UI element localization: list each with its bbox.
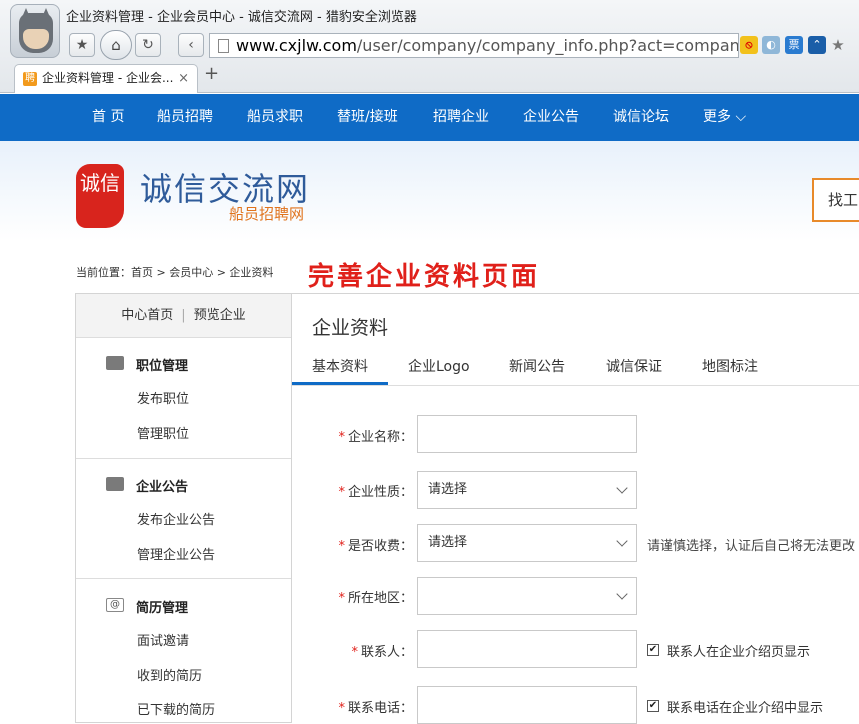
logo-seal[interactable]: 诚信 [76,164,124,228]
section-title-jobs: 职位管理 [106,355,188,374]
company-name-input[interactable] [417,415,637,453]
breadcrumb: 当前位置：首页 > 会员中心 > 企业资料 [76,266,274,279]
phone-label: * 联系电话： [338,701,413,716]
translate-icon[interactable]: ◐ [762,36,780,54]
sidebar-item-manage-jobs[interactable]: 管理职位 [137,423,189,442]
address-path: /user/company/company_info.php?act=compa… [356,36,739,55]
folder-icon [106,356,124,370]
phone-display-label: 联系电话在企业介绍中显示 [667,701,824,716]
reload-icon[interactable]: ↻ [135,33,161,57]
browser-tab[interactable]: 聘 企业资料管理 - 企业会... × [14,64,198,93]
tab-favicon-icon: 聘 [23,72,37,86]
browser-avatar-icon[interactable] [10,4,60,58]
sidebar-item-downloaded-resumes[interactable]: 已下载的简历 [137,699,215,718]
folder-icon [106,477,124,491]
divider [76,458,291,459]
tab-title: 企业资料管理 - 企业会... [42,71,174,85]
company-nature-label: * 企业性质： [338,485,413,500]
search-box[interactable]: 找工 [812,178,859,222]
section-title-resumes: @ 简历管理 [106,597,188,616]
tab-integrity[interactable]: 诚信保证 [606,356,662,376]
at-icon: @ [106,598,124,612]
sidebar-item-interview-invites[interactable]: 面试邀请 [137,630,189,649]
nav-notices[interactable]: 企业公告 [523,94,579,141]
phone-display-checkbox[interactable]: ✔ [647,700,659,712]
divider [292,385,859,386]
logo-subtitle: 船员招聘网 [229,205,305,223]
sidebar-top-links: 中心首页 | 预览企业 [76,293,291,338]
block-ads-icon[interactable]: ⦸ [740,36,758,54]
extension-icon[interactable]: ⌃ [808,36,826,54]
chevron-down-icon [616,535,628,547]
sidebar-item-manage-notices[interactable]: 管理企业公告 [137,544,215,563]
page-title: 企业资料 [312,317,389,339]
chevron-down-icon [616,482,628,494]
address-bar[interactable]: www.cxjlw.com/user/company/company_info.… [209,33,739,58]
company-nature-select[interactable]: 请选择 [417,471,637,509]
browser-chrome: 企业资料管理 - 企业会员中心 - 诚信交流网 - 猎豹安全浏览器 ★ ⌂ ↻ … [0,0,859,93]
sidebar-item-post-notice[interactable]: 发布企业公告 [137,509,215,528]
active-tab-indicator [292,382,388,385]
address-domain: www.cxjlw.com [236,36,357,55]
contact-display-checkbox[interactable]: ✔ [647,644,659,656]
phone-input[interactable] [417,686,637,724]
nav-home[interactable]: 首 页 [92,94,124,141]
region-label: * 所在地区： [338,591,413,606]
contact-label: * 联系人： [351,645,413,660]
home-icon[interactable]: ⌂ [100,30,132,60]
section-title-notices: 企业公告 [106,476,188,495]
region-select[interactable] [417,577,637,615]
charge-hint: 请谨慎选择，认证后自己将无法更改 [647,539,856,554]
bookmark-star-icon[interactable]: ★ [69,33,95,57]
nav-companies[interactable]: 招聘企业 [433,94,489,141]
new-tab-icon[interactable]: + [204,63,219,84]
sidebar: 中心首页 | 预览企业 职位管理 发布职位 管理职位 企业公告 发布企业公告 管理企… [75,293,292,723]
nav-crew-jobseek[interactable]: 船员求职 [247,94,303,141]
divider [76,578,291,579]
sidebar-item-received-resumes[interactable]: 收到的简历 [137,665,202,684]
nav-relief[interactable]: 替班/接班 [337,94,398,141]
nav-forum[interactable]: 诚信论坛 [613,94,669,141]
page-annotation: 完善企业资料页面 [308,262,541,292]
divider [292,293,859,294]
company-name-label: * 企业名称： [338,430,413,445]
contact-input[interactable] [417,630,637,668]
sidebar-center-home[interactable]: 中心首页 [121,308,173,323]
site-header [0,141,859,241]
tab-company-logo[interactable]: 企业Logo [408,356,470,376]
charge-select[interactable]: 请选择 [417,524,637,562]
favorites-icon[interactable]: ★ [829,36,847,54]
nav-crew-recruit[interactable]: 船员招聘 [157,94,213,141]
tab-news[interactable]: 新闻公告 [509,356,565,376]
site-nav: 首 页 船员招聘 船员求职 替班/接班 招聘企业 企业公告 诚信论坛 更多 ⌵ [0,94,859,141]
tab-map[interactable]: 地图标注 [702,356,758,376]
nav-more[interactable]: 更多 ⌵ [703,94,746,141]
sidebar-preview-company[interactable]: 预览企业 [194,308,246,323]
page-icon [218,39,229,53]
charge-label: * 是否收费： [338,539,413,554]
contact-display-label: 联系人在企业介绍页显示 [667,645,811,660]
back-icon[interactable]: ‹ [178,33,204,57]
sidebar-item-post-job[interactable]: 发布职位 [137,388,189,407]
window-title: 企业资料管理 - 企业会员中心 - 诚信交流网 - 猎豹安全浏览器 [66,10,417,25]
close-tab-icon[interactable]: × [178,65,189,92]
ticket-icon[interactable]: 票 [785,36,803,54]
tab-basic-info[interactable]: 基本资料 [312,356,368,376]
chevron-down-icon [616,588,628,600]
